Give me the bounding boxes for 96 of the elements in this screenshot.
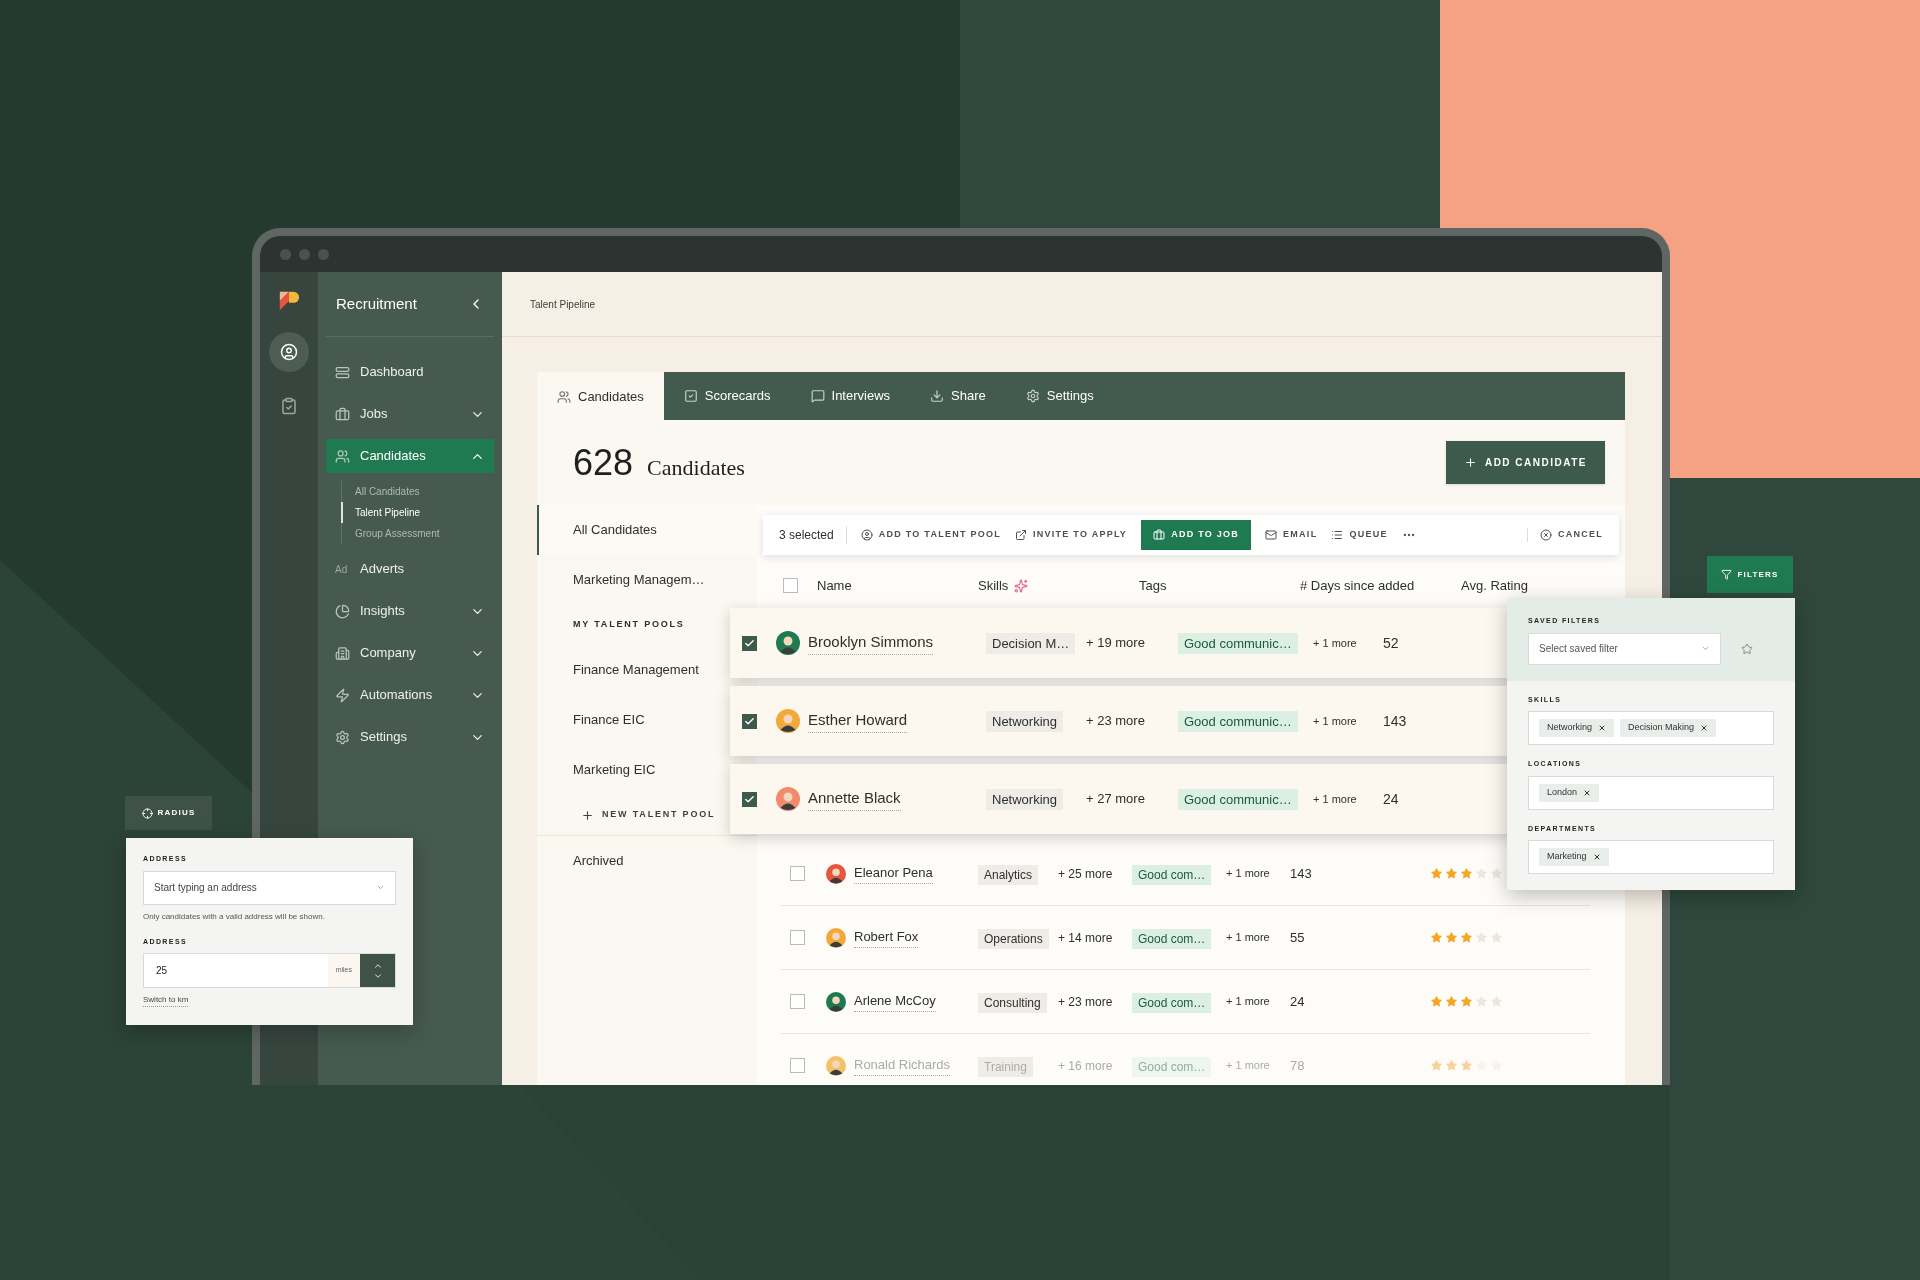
days-count: 24 — [1290, 992, 1306, 1011]
bulk-action-button[interactable]: INVITE TO APPLY — [1015, 520, 1128, 550]
column-header: Name — [817, 576, 852, 595]
sidebar-subitem[interactable]: Talent Pipeline — [341, 502, 494, 523]
more-tags-text: + 1 more — [1226, 866, 1271, 882]
more-skills-text: + 16 more — [1058, 1057, 1114, 1075]
more-tags-text: + 1 more — [1313, 635, 1358, 651]
new-talent-pool-button[interactable]: NEW TALENT POOL — [581, 795, 716, 835]
tab[interactable]: Share — [910, 372, 1006, 420]
sidebar-item[interactable]: Company — [326, 636, 494, 670]
filter-chip[interactable]: London — [1539, 783, 1600, 802]
tag-chip: Good com… — [1132, 992, 1212, 1013]
more-tags-text: + 1 more — [1226, 994, 1271, 1010]
sidebar-item[interactable]: Candidates — [326, 439, 494, 473]
selected-count: 3 selected — [779, 526, 847, 544]
more-skills-text: + 25 more — [1058, 865, 1114, 883]
radius-button[interactable]: RADIUS — [125, 796, 212, 830]
more-skills-text: + 19 more — [1086, 634, 1146, 653]
days-count: 55 — [1290, 928, 1306, 947]
chip-input-field[interactable]: Marketing — [1528, 840, 1774, 874]
bulk-action-button[interactable]: ADD TO JOB — [1141, 520, 1252, 550]
pool-view-item[interactable]: Marketing Managem… — [537, 555, 757, 605]
skill-chip: Consulting — [978, 992, 1047, 1013]
tag-chip: Good communic… — [1178, 711, 1298, 732]
days-count: 52 — [1383, 633, 1400, 653]
more-skills-text: + 23 more — [1086, 712, 1146, 731]
column-header: # Days since added — [1300, 576, 1415, 595]
breadcrumb: Talent Pipeline — [530, 297, 596, 312]
sidebar-item[interactable]: Automations — [326, 678, 494, 712]
sidebar-item[interactable]: Jobs — [326, 397, 494, 431]
sidebar-title: Recruitment — [336, 293, 417, 314]
bulk-action-button[interactable]: EMAIL — [1265, 520, 1318, 550]
days-count: 78 — [1290, 1056, 1306, 1075]
more-skills-text: + 14 more — [1058, 929, 1114, 947]
days-count: 143 — [1290, 864, 1313, 883]
tag-chip: Good com… — [1132, 1056, 1212, 1077]
candidate-count: 628 — [573, 440, 634, 485]
tag-chip: Good communic… — [1178, 633, 1298, 654]
filters-button[interactable]: FILTERS — [1707, 556, 1793, 593]
candidate-name-link[interactable]: Brooklyn Simmons — [808, 631, 934, 655]
tab[interactable]: Settings — [1005, 372, 1114, 420]
cancel-button[interactable]: CANCEL — [1526, 528, 1603, 542]
skill-chip: Analytics — [978, 864, 1039, 885]
column-header: Skills — [978, 576, 1009, 595]
saved-filter-select[interactable]: Select saved filter — [1528, 632, 1721, 665]
talent-pool-item[interactable]: Finance EIC — [573, 695, 645, 745]
candidate-name-link[interactable]: Annette Black — [808, 787, 901, 811]
bulk-action-button[interactable]: ADD TO TALENT POOL — [860, 520, 1002, 550]
days-count: 143 — [1383, 711, 1408, 731]
section-heading: MY TALENT POOLS — [573, 618, 685, 632]
candidate-name-link[interactable]: Robert Fox — [854, 927, 919, 948]
switch-unit-link[interactable]: Switch to km — [143, 994, 189, 1007]
chip-input-field[interactable]: London — [1528, 775, 1774, 810]
sidebar-item[interactable]: Ad Adverts — [326, 552, 494, 586]
skill-chip: Operations — [978, 928, 1049, 949]
sidebar-item[interactable]: Insights — [326, 594, 494, 628]
sidebar-item[interactable]: Dashboard — [326, 355, 494, 389]
tab[interactable]: Interviews — [790, 372, 911, 420]
filter-chip[interactable]: Networking — [1539, 719, 1615, 737]
pool-view-item[interactable]: All Candidates — [537, 505, 757, 555]
address-select[interactable]: Start typing an address — [143, 870, 396, 905]
candidate-name-link[interactable]: Arlene McCoy — [854, 991, 936, 1012]
tab[interactable]: Scorecards — [663, 372, 791, 420]
add-candidate-button[interactable]: ADD CANDIDATE — [1445, 441, 1605, 484]
candidate-name-link[interactable]: Esther Howard — [808, 709, 908, 733]
talent-pool-item[interactable]: Finance Management — [573, 645, 699, 695]
hint-text: Only candidates with a valid address will be shown. — [143, 910, 326, 923]
bulk-action-button[interactable]: QUEUE — [1331, 520, 1388, 550]
candidate-name-link[interactable]: Eleanor Pena — [854, 863, 933, 884]
skill-chip: Networking — [986, 711, 1064, 732]
skill-chip: Decision M… — [986, 633, 1076, 654]
page-title: Candidates — [647, 453, 745, 482]
filter-chip[interactable]: Marketing — [1539, 848, 1609, 866]
filter-chip[interactable]: Decision Making — [1620, 719, 1717, 737]
days-count: 24 — [1383, 789, 1400, 809]
tag-chip: Good com… — [1132, 928, 1212, 949]
more-tags-text: + 1 more — [1313, 713, 1358, 729]
tab[interactable]: Candidates — [537, 372, 664, 420]
more-tags-text: + 1 more — [1313, 791, 1358, 807]
more-tags-text: + 1 more — [1226, 1058, 1271, 1074]
ad-label: Ad — [335, 562, 349, 577]
talent-pool-item[interactable]: Marketing EIC — [573, 745, 656, 795]
column-header: Tags — [1139, 576, 1167, 595]
sidebar-item[interactable]: Settings — [326, 720, 494, 754]
tag-chip: Good communic… — [1178, 789, 1298, 810]
more-skills-text: + 27 more — [1086, 790, 1146, 809]
tag-chip: Good com… — [1132, 864, 1212, 885]
more-skills-text: + 23 more — [1058, 993, 1114, 1011]
sidebar-subitem[interactable]: Group Assessment — [341, 523, 494, 544]
skill-chip: Training — [978, 1056, 1033, 1077]
sidebar-subitem[interactable]: All Candidates — [341, 481, 494, 502]
more-tags-text: + 1 more — [1226, 930, 1271, 946]
column-header: Avg. Rating — [1461, 576, 1528, 595]
skill-chip: Networking — [986, 789, 1064, 810]
archived-item[interactable]: Archived — [537, 836, 757, 886]
chip-input-field[interactable]: Networking Decision Making — [1528, 711, 1774, 745]
